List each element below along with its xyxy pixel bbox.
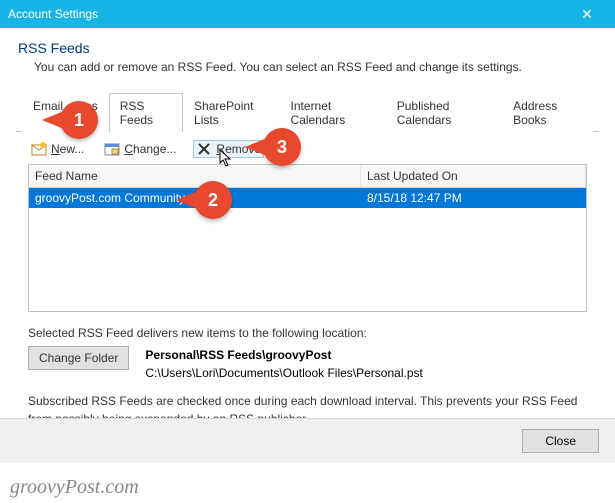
toolbar: New... Change... Remove <box>16 132 599 164</box>
window-title: Account Settings <box>8 7 567 21</box>
location-row: Change Folder Personal\RSS Feeds\groovyP… <box>28 346 587 382</box>
col-feed-name[interactable]: Feed Name <box>29 165 361 187</box>
tab-rss-feeds[interactable]: RSS Feeds <box>109 93 183 132</box>
dialog-content: RSS Feeds You can add or remove an RSS F… <box>0 28 615 428</box>
tab-internet-calendars[interactable]: Internet Calendars <box>280 93 386 132</box>
change-button[interactable]: Change... <box>101 140 179 158</box>
location-paths: Personal\RSS Feeds\groovyPost C:\Users\L… <box>145 346 422 382</box>
titlebar: Account Settings ✕ <box>0 0 615 28</box>
remove-icon <box>196 141 212 157</box>
location-intro: Selected RSS Feed delivers new items to … <box>28 326 587 340</box>
new-icon <box>31 141 47 157</box>
tab-sharepoint-lists[interactable]: SharePoint Lists <box>183 93 280 132</box>
tab-address-books[interactable]: Address Books <box>502 93 593 132</box>
cell-last-updated: 8/15/18 12:47 PM <box>361 188 586 208</box>
feed-list[interactable]: Feed Name Last Updated On groovyPost.com… <box>28 164 587 312</box>
dialog-buttons: Close <box>0 418 615 463</box>
window-close-button[interactable]: ✕ <box>567 6 607 23</box>
watermark: groovyPost.com <box>10 476 139 499</box>
tab-strip: Email es RSS Feeds SharePoint Lists Inte… <box>16 92 599 132</box>
col-last-updated[interactable]: Last Updated On <box>361 165 586 187</box>
change-icon <box>104 141 120 157</box>
page-description: You can add or remove an RSS Feed. You c… <box>34 60 599 74</box>
close-button[interactable]: Close <box>522 429 599 453</box>
list-header: Feed Name Last Updated On <box>29 165 586 188</box>
page-title: RSS Feeds <box>18 40 599 56</box>
callout-3: 3 <box>263 128 301 166</box>
location-path: C:\Users\Lori\Documents\Outlook Files\Pe… <box>145 364 422 382</box>
callout-1: 1 <box>60 101 98 139</box>
callout-2: 2 <box>194 181 232 219</box>
tab-published-calendars[interactable]: Published Calendars <box>386 93 502 132</box>
list-row[interactable]: groovyPost.com Community 8/15/18 12:47 P… <box>29 188 586 208</box>
change-folder-button[interactable]: Change Folder <box>28 346 129 370</box>
location-folder: Personal\RSS Feeds\groovyPost <box>145 346 422 364</box>
new-button[interactable]: New... <box>28 140 87 158</box>
